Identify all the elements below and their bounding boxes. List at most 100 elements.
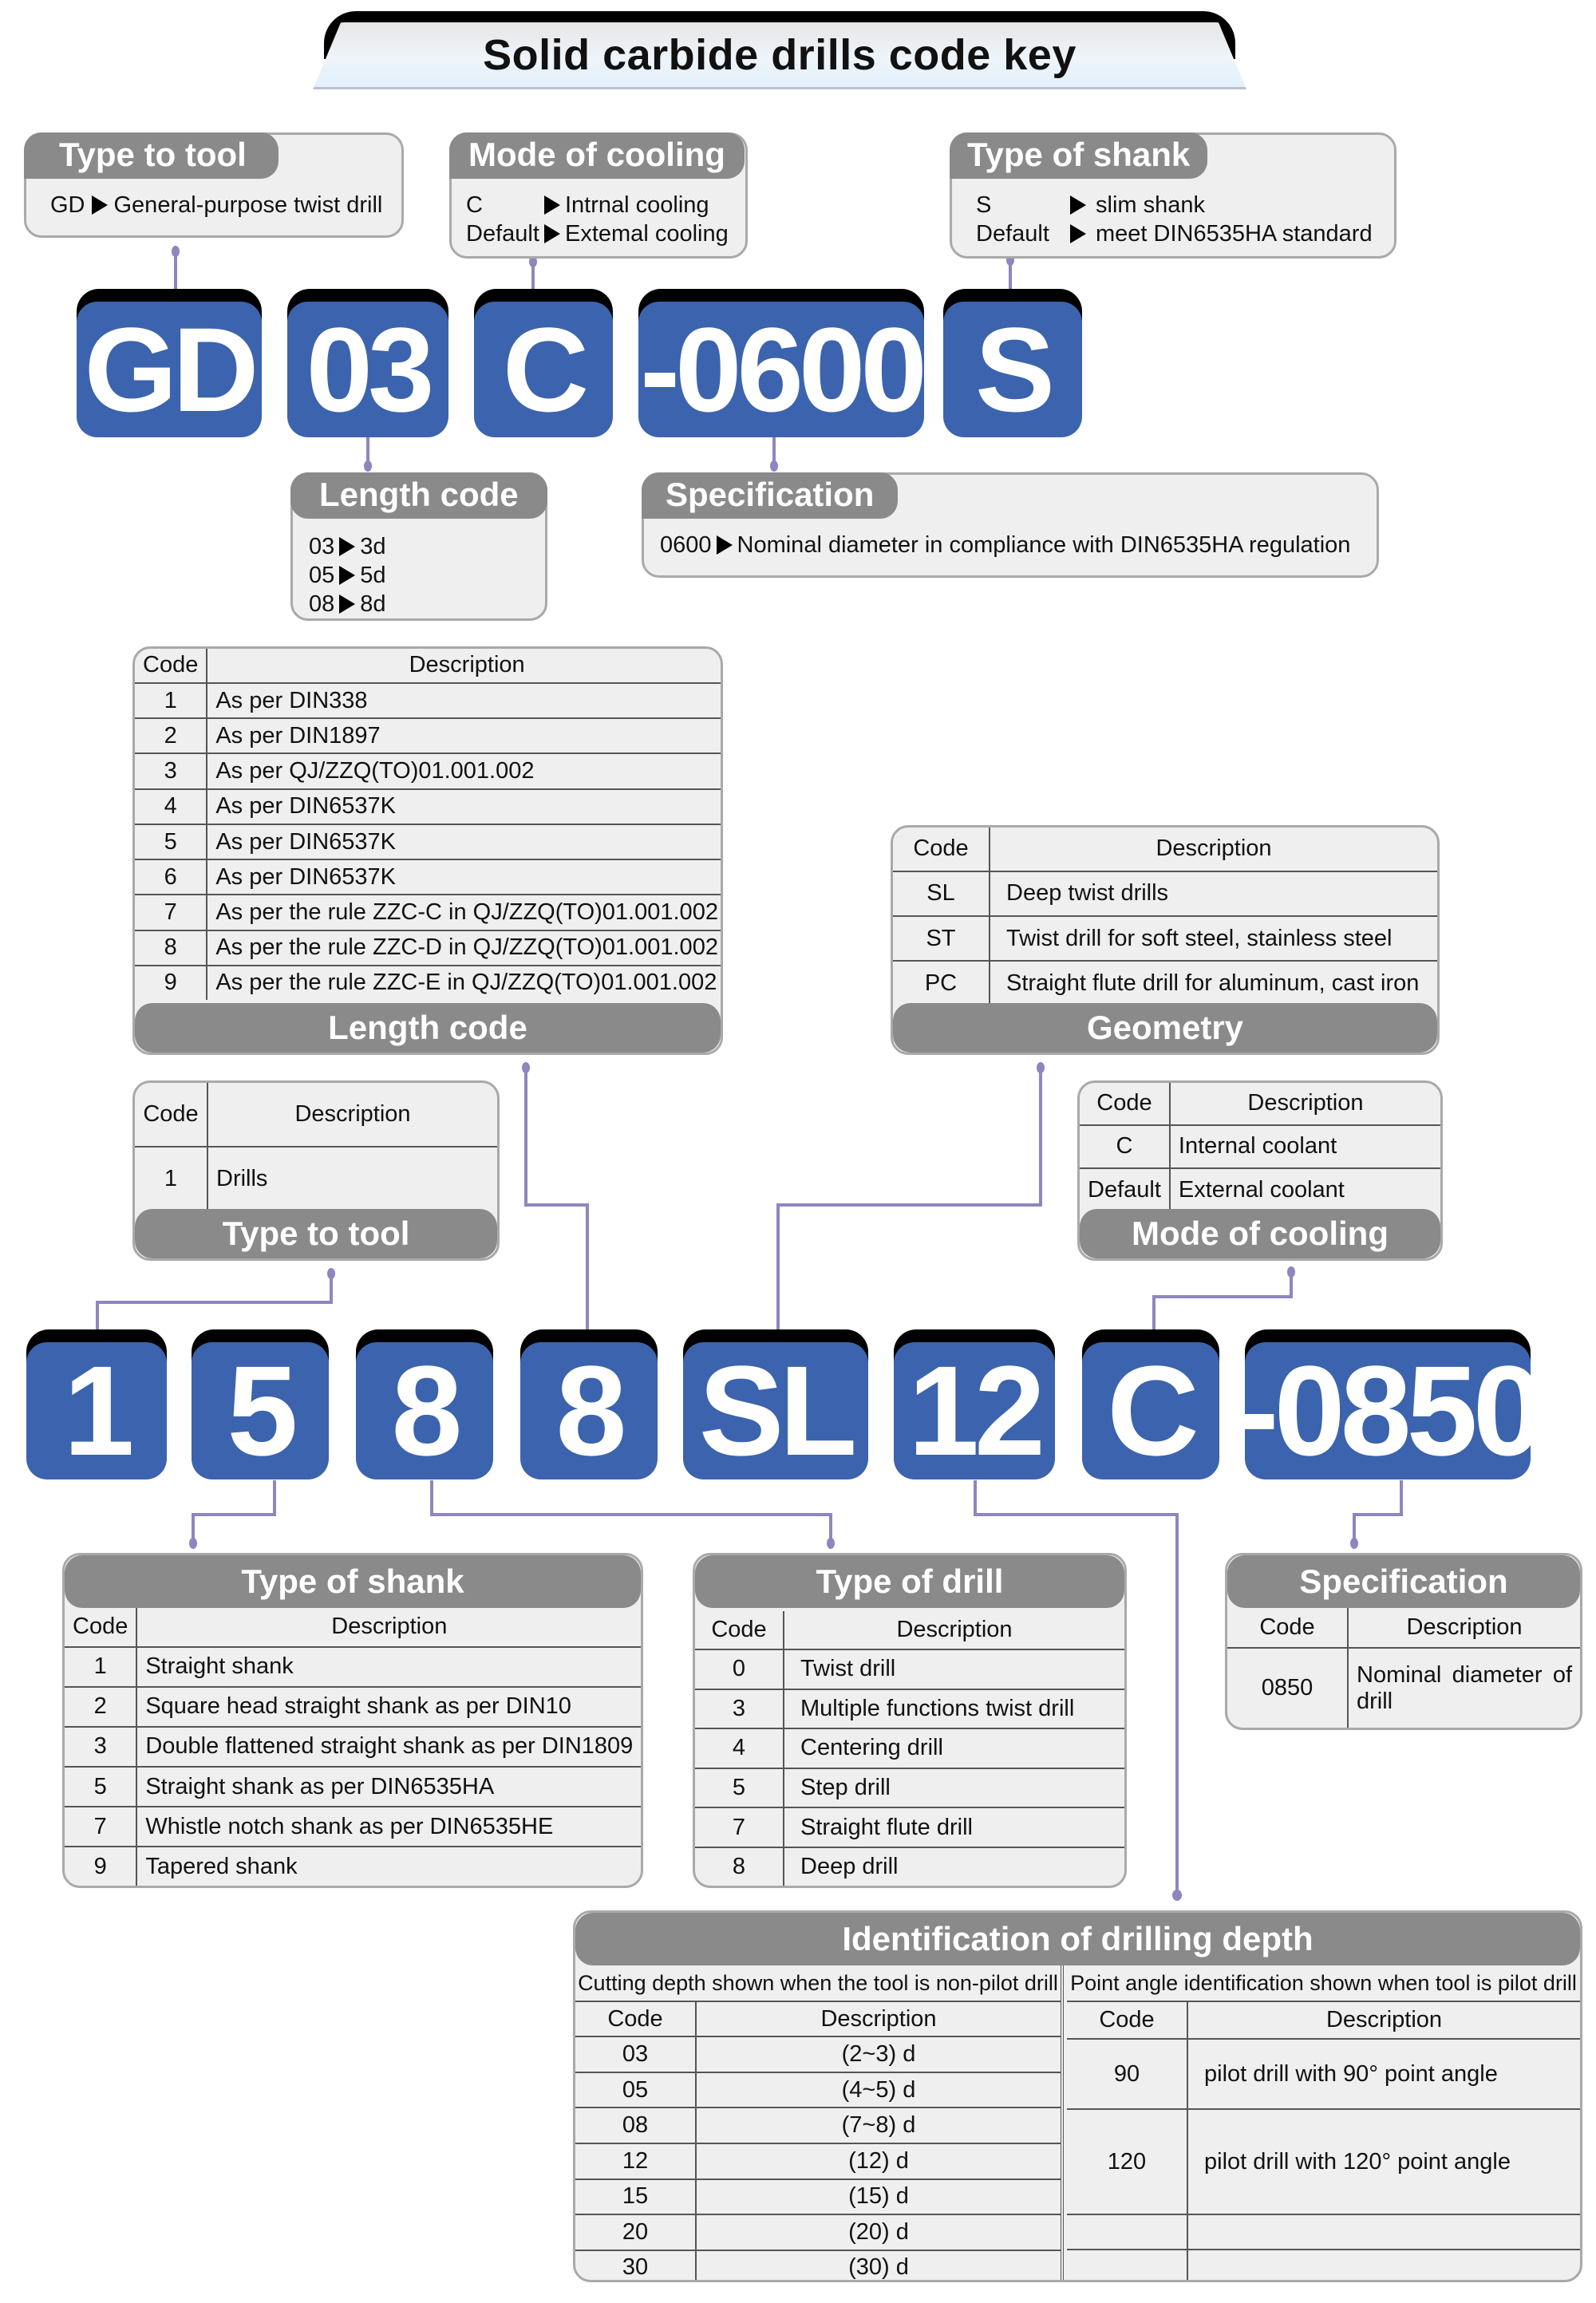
header-description: Description [1348,1608,1580,1649]
info-length-code-title: Length code [290,472,547,519]
table-row: 30 (30) d [575,2250,1061,2280]
info-type-of-shank-title: Type of shank [950,132,1208,179]
cell-description: pilot drill with 120° point angle [1187,2109,1580,2215]
table-row: PC Straight flute drill for aluminum, cas… [893,961,1437,1005]
table-row [1067,2214,1580,2250]
cell-code: 1 [65,1646,138,1688]
connector-2-geometry [776,1068,1042,1349]
code-block-type-to-tool: 1 [26,1329,167,1482]
drilling-depth-left: Cutting depth shown when the tool is non… [575,1965,1064,2280]
table-header-row: Code Description [575,2002,1061,2038]
cell-code: 8 [135,930,208,966]
info-type-of-shank: Type of shank Sslim shank Default meet DI… [950,132,1396,259]
table-type-to-tool: Code Description 1 Drills Type to tool [132,1080,500,1261]
cell-description: Double flattened straight shank as per D… [136,1726,641,1768]
code-block-length-code: 8 [520,1329,658,1482]
triangle-right-icon [1070,224,1086,243]
cell-description [1187,2214,1580,2250]
cell-code: 1 [135,1147,208,1211]
cell-description: Step drill [784,1768,1124,1809]
cell-description: Multiple functions twist drill [784,1689,1124,1730]
connector-dot [1350,1538,1358,1549]
table-drilling-depth-title: Identification of drilling depth [575,1913,1580,1965]
code-block-drilling-depth: 12 [894,1329,1055,1482]
info-specification: Specification 0600 Nominal diameter in co… [642,472,1379,578]
page-title: Solid carbide drills code key [483,30,1077,79]
table-row: 12 (12) d [575,2143,1061,2180]
table-row: 5 Step drill [695,1768,1124,1809]
header-code: Code [1067,2002,1188,2040]
mode-of-cooling-table: Code Description C Internal coolant Default E… [1080,1083,1440,1211]
info-type-to-tool-title: Type to tool [24,132,279,179]
table-row: 6 As per DIN6537K [135,859,721,896]
cell-description: (2~3) d [696,2036,1061,2073]
table-row [1067,2250,1580,2280]
cell-code: 9 [135,965,208,1000]
table-row: 05 (4~5) d [575,2072,1061,2109]
cell-code: 05 [575,2072,697,2109]
cell-description: As per QJ/ZZQ(TO)01.001.002 [207,753,721,790]
cell-description: Straight flute drill for aluminum, cast … [1006,970,1420,996]
cell-code: 5 [65,1767,138,1808]
header-code: Code [575,2002,697,2038]
table-header-row: Code Description [1067,2002,1580,2040]
header-code: Code [893,828,990,872]
cell-description: As per the rule ZZC-D in QJ/ZZQ(TO)01.00… [207,930,721,966]
connector-dot [827,1538,835,1549]
cell-code: 30 [575,2250,697,2280]
table-row: C Internal coolant [1080,1124,1440,1170]
cell-code: PC [893,961,990,1005]
header-description: Description [136,1608,641,1648]
cell-description: Straight shank [136,1646,641,1688]
cell-description [1187,2250,1580,2280]
cell-code: 2 [135,718,208,755]
cell-description: (12) d [696,2143,1061,2180]
type-of-shank-table: Code Description 1 Straight shank 2 Square he… [65,1608,641,1886]
header-code: Code [1227,1608,1349,1649]
table-row: 1 As per DIN338 [135,682,721,720]
code-block-mode-of-cooling: C [1082,1329,1219,1482]
code-block-type-of-shank: 5 [192,1329,329,1482]
triangle-right-icon [339,595,356,614]
cell-description: Drills [216,1166,268,1191]
cell-code: 1 [135,682,208,720]
connector-dot [1287,1266,1295,1278]
table-row: 5 Straight shank as per DIN6535HA [65,1767,641,1808]
table-row: 9 As per the rule ZZC-E in QJ/ZZQ(TO)01.0… [135,965,721,1000]
header-description: Description [207,649,721,684]
info-row: Default Extemal cooling [466,221,729,247]
code-block-specification: -0600 [638,289,927,437]
info-mode-of-cooling: Mode of cooling C Intrnal cooling Default… [449,132,748,259]
cell-code: 20 [575,2214,697,2251]
cell-code: 3 [695,1689,784,1730]
drilling-depth-right: Point angle identification shown when to… [1067,1965,1580,2280]
connector-dot [189,1538,197,1549]
triangle-right-icon [544,224,560,243]
cell-description: (4~5) d [696,2072,1061,2109]
cell-description: Twist drill [784,1649,1124,1690]
geometry-table: Code Description SL Deep twist drills ST Twis… [893,828,1437,1005]
cell-code: 5 [135,824,208,861]
cell-description: Tapered shank [145,1853,298,1879]
table-row: 20 (20) d [575,2214,1061,2251]
table-row: 1 Drills [135,1147,497,1211]
cell-code: 8 [695,1847,784,1886]
connector-dot [327,1268,335,1279]
code-block-length-code: 03 [287,289,448,437]
connector-2-length-code [524,1068,589,1349]
connector-2-specification [1353,1480,1403,1544]
info-length-code: Length code 03 3d 05 5d 08 8d [290,472,547,621]
cell-code: 7 [135,895,208,931]
cell-code: ST [893,915,990,962]
table-row: 2 As per DIN1897 [135,718,721,755]
table-row: 9 Tapered shank [65,1847,641,1886]
table-mode-of-cooling: Code Description C Internal coolant Default E… [1077,1080,1443,1261]
table-row: 120 pilot drill with 120° point angle [1067,2109,1580,2215]
table-row: 03 (2~3) d [575,2036,1061,2073]
cell-code: 2 [65,1686,138,1728]
cell-description: Centering drill [784,1728,1124,1769]
cell-code: 12 [575,2143,697,2180]
cell-code: SL [893,871,990,917]
triangle-right-icon [716,535,733,555]
table-row: 8 Deep drill [695,1847,1124,1886]
